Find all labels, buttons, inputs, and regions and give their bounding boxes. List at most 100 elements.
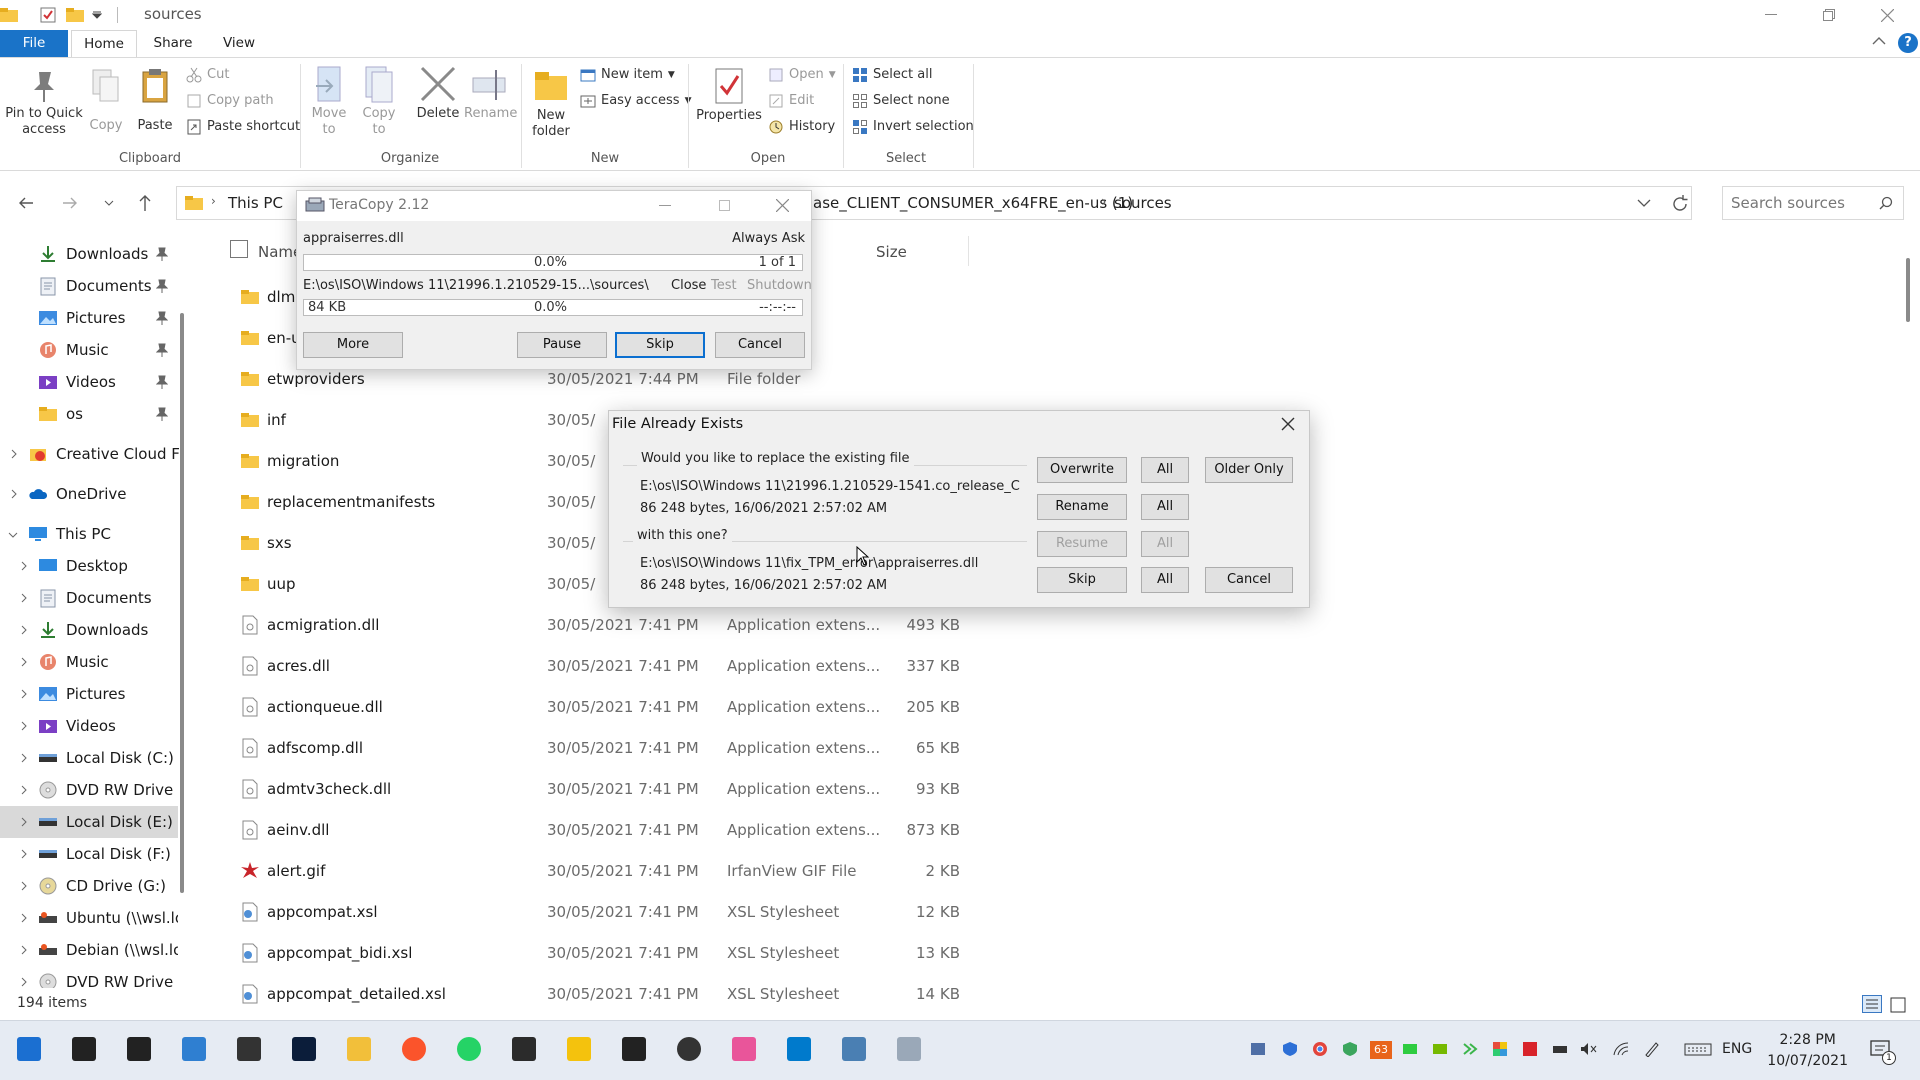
sidebar-item-videos[interactable]: Videos [0, 710, 178, 742]
breadcrumb-sources[interactable]: sources [1114, 194, 1172, 212]
edit-button[interactable]: Edit [768, 91, 814, 111]
terminal-icon[interactable] [509, 1034, 539, 1064]
breadcrumb-path[interactable]: ase_CLIENT_CONSUMER_x64FRE_en-us (1) [813, 194, 1133, 212]
tray-shield-icon[interactable] [1282, 1041, 1300, 1059]
chevron-right-icon[interactable] [9, 489, 19, 499]
teracopy-close-icon[interactable] [776, 199, 789, 212]
colorful-icon[interactable] [1492, 1041, 1510, 1059]
open-button[interactable]: Open ▼ [768, 65, 836, 85]
address-dropdown-icon[interactable] [1637, 199, 1651, 207]
sidebar-item-desktop[interactable]: Desktop [0, 550, 178, 582]
skip-all-button[interactable]: All [1141, 567, 1189, 593]
sidebar-item-cd-drive-g[interactable]: CD Drive (G:) [0, 870, 178, 902]
edge-icon[interactable] [179, 1034, 209, 1064]
task-view-icon[interactable] [124, 1034, 154, 1064]
sidebar-item-dvd-rw-drive-d[interactable]: DVD RW Drive (D: [0, 966, 178, 988]
sidebar-item-debian-wsl-loc[interactable]: Debian (\\wsl.loc [0, 934, 178, 966]
dialog-skip-button[interactable]: Skip [1037, 567, 1127, 593]
copy-button[interactable]: Copy [86, 68, 126, 134]
nvidia-icon[interactable] [1432, 1041, 1450, 1059]
start-icon[interactable] [14, 1034, 44, 1064]
sidebar-item-music[interactable]: Music [0, 646, 178, 678]
copy-path-button[interactable]: Copy path [186, 91, 274, 111]
chevron-right-icon[interactable] [19, 817, 29, 827]
keyboard-icon[interactable] [1684, 1041, 1712, 1059]
back-icon[interactable] [18, 196, 34, 210]
older-only-button[interactable]: Older Only [1205, 457, 1293, 483]
search-input[interactable]: Search sources [1731, 194, 1845, 212]
tab-share[interactable]: Share [140, 30, 206, 57]
file-row[interactable]: aeinv.dll 30/05/2021 7:41 PM Application… [232, 810, 972, 851]
store-icon[interactable] [234, 1034, 264, 1064]
close-button[interactable] [1858, 0, 1916, 30]
resume-button[interactable]: Resume [1037, 531, 1127, 557]
pin-quick-access-button[interactable]: Pin to Quick access [4, 68, 84, 138]
minimize-button[interactable] [1742, 0, 1800, 30]
chevron-right-icon[interactable] [19, 785, 29, 795]
rename-button[interactable]: Rename [464, 64, 517, 122]
paste-shortcut-button[interactable]: Paste shortcut [186, 117, 300, 137]
up-icon[interactable] [138, 194, 152, 212]
help-icon[interactable]: ? [1898, 33, 1918, 53]
cut-button[interactable]: Cut [186, 65, 229, 85]
pen-icon[interactable] [1644, 1041, 1662, 1059]
cancel-button[interactable]: Cancel [715, 332, 805, 358]
rename-button[interactable]: Rename [1037, 494, 1127, 520]
new-folder-button[interactable]: New folder [528, 68, 574, 140]
chevron-right-icon[interactable] [19, 753, 29, 763]
whatsapp-icon[interactable] [454, 1034, 484, 1064]
teracopy-minimize-button[interactable] [659, 205, 671, 206]
wifi-icon[interactable] [1612, 1041, 1630, 1059]
refresh-icon[interactable] [1671, 195, 1689, 213]
select-all-button[interactable]: Select all [852, 65, 932, 85]
badge-count[interactable]: 63 [1370, 1041, 1392, 1059]
chevron-right-icon[interactable] [19, 977, 29, 987]
itunes-icon[interactable] [729, 1034, 759, 1064]
sidebar-item-local-disk-e[interactable]: Local Disk (E:) [0, 806, 178, 838]
chevron-right-icon[interactable] [19, 849, 29, 859]
overwrite-button[interactable]: Overwrite [1037, 457, 1127, 483]
chevron-right-icon[interactable] [19, 561, 29, 571]
file-row[interactable]: actionqueue.dll 30/05/2021 7:41 PM Appli… [232, 687, 972, 728]
shutdown-option[interactable]: Shutdown [747, 278, 812, 293]
dialog-cancel-button[interactable]: Cancel [1205, 567, 1293, 593]
tab-home[interactable]: Home [71, 30, 137, 57]
sidebar-item-ubuntu-wsl-loc[interactable]: Ubuntu (\\wsl.loc [0, 902, 178, 934]
rename-all-button[interactable]: All [1141, 494, 1189, 520]
skip-button[interactable]: Skip [615, 332, 705, 358]
file-row[interactable]: acres.dll 30/05/2021 7:41 PM Application… [232, 646, 972, 687]
sidebar-item-videos[interactable]: Videos [0, 366, 180, 398]
move-to-button[interactable]: Move to [308, 64, 350, 138]
sidebar-item-local-disk-f[interactable]: Local Disk (F:) [0, 838, 178, 870]
sidebar-item-downloads[interactable]: Downloads [0, 614, 178, 646]
chevron-right-icon[interactable] [19, 689, 29, 699]
sidebar-item-downloads[interactable]: Downloads [0, 238, 180, 270]
delete-button[interactable]: Delete [414, 64, 462, 122]
chevron-right-icon[interactable] [19, 881, 29, 891]
chevron-right-icon[interactable] [19, 945, 29, 955]
overwrite-all-button[interactable]: All [1141, 457, 1189, 483]
chevron-right-icon[interactable] [19, 913, 29, 923]
select-none-button[interactable]: Select none [852, 91, 950, 111]
pause-button[interactable]: Pause [517, 332, 607, 358]
tray-icon-1[interactable] [1250, 1041, 1268, 1059]
chevron-right-icon[interactable] [19, 721, 29, 731]
details-view-icon[interactable] [1862, 995, 1882, 1013]
chevron-right-icon[interactable] [19, 657, 29, 667]
file-explorer-icon[interactable] [344, 1034, 374, 1064]
always-ask-label[interactable]: Always Ask [732, 231, 805, 246]
properties-button[interactable]: Properties [696, 66, 762, 124]
teracopy-icon[interactable] [894, 1034, 924, 1064]
language-indicator[interactable]: ENG [1722, 1041, 1752, 1057]
teracopy-maximize-button[interactable] [719, 200, 730, 211]
resume-all-button[interactable]: All [1141, 531, 1189, 557]
file-row[interactable]: appcompat_bidi.xsl 30/05/2021 7:41 PM XS… [232, 933, 972, 974]
sidebar-item-pictures[interactable]: Pictures [0, 302, 180, 334]
sidebar-item-documents[interactable]: Documents [0, 270, 180, 302]
recent-locations-icon[interactable] [104, 200, 114, 206]
chevron-right-icon[interactable] [19, 625, 29, 635]
sidebar-item-dvd-rw-drive-d[interactable]: DVD RW Drive (D [0, 774, 178, 806]
sticky-icon[interactable] [564, 1034, 594, 1064]
dialog-close-icon[interactable] [1281, 417, 1295, 431]
tab-file[interactable]: File [0, 30, 68, 57]
